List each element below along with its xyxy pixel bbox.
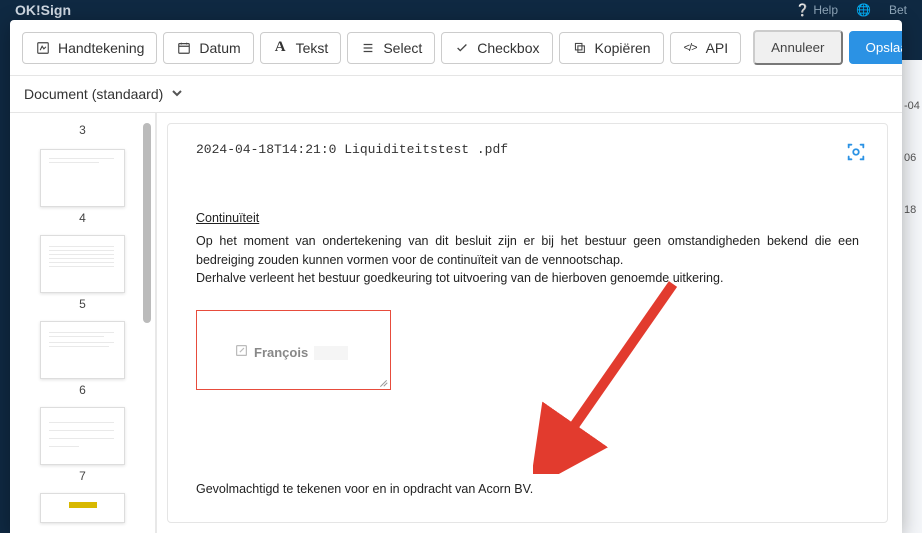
list-icon [360, 40, 375, 55]
api-button[interactable]: </> API [670, 32, 742, 64]
check-icon [454, 40, 469, 55]
thumb-label: 3 [79, 123, 86, 137]
thumb-label: 7 [79, 469, 86, 483]
scan-button[interactable] [841, 138, 871, 168]
chevron-down-icon [171, 86, 183, 102]
signature-field[interactable]: François [196, 310, 391, 390]
page-thumbnail[interactable] [40, 407, 125, 465]
document-name-label: Document (standaard) [24, 86, 163, 102]
resize-handle[interactable] [376, 375, 388, 387]
page-thumbnail[interactable] [40, 149, 125, 207]
thumb-label: 5 [79, 297, 86, 311]
tekst-button[interactable]: A Tekst [260, 32, 342, 64]
document-page: 2024-04-18T14:21:0 Liquiditeitstest .pdf… [167, 123, 888, 523]
page-thumbnail[interactable] [40, 235, 125, 293]
text-icon: A [273, 40, 288, 55]
document-selector[interactable]: Document (standaard) [10, 76, 902, 112]
annuleer-button[interactable]: Annuleer [753, 30, 842, 65]
background-data-strip: -04 06 18 [902, 60, 922, 533]
paragraph: Op het moment van ondertekening van dit … [196, 232, 859, 270]
code-icon: </> [683, 40, 698, 55]
select-button[interactable]: Select [347, 32, 435, 64]
toolbar: Handtekening Datum A Tekst Select Checkb… [10, 20, 902, 76]
thumb-label: 6 [79, 383, 86, 397]
copy-icon [572, 40, 587, 55]
brand-label: OK!Sign [15, 2, 71, 18]
thumbnails-scrollbar[interactable] [143, 123, 151, 523]
handtekening-button[interactable]: Handtekening [22, 32, 157, 64]
checkbox-button[interactable]: Checkbox [441, 32, 552, 64]
bet-label: Bet [889, 3, 907, 17]
kopieren-button[interactable]: Kopiëren [559, 32, 664, 64]
paragraph: Derhalve verleent het bestuur goedkeurin… [196, 269, 859, 288]
calendar-icon [176, 40, 191, 55]
thumb-label: 4 [79, 211, 86, 225]
thumbnails-panel: 3 4 5 [10, 113, 155, 533]
help-link[interactable]: ❔ Help [795, 3, 838, 17]
page-thumbnail[interactable] [40, 321, 125, 379]
datum-button[interactable]: Datum [163, 32, 253, 64]
globe-icon[interactable]: 🌐 [856, 3, 871, 17]
edit-icon [235, 343, 248, 363]
paragraph: Gevolmachtigd te tekenen voor en in opdr… [196, 480, 859, 499]
section-heading: Continuïteit [196, 209, 859, 228]
editor-modal: Handtekening Datum A Tekst Select Checkb… [10, 20, 902, 533]
document-filename: 2024-04-18T14:21:0 Liquiditeitstest .pdf [196, 142, 859, 157]
opslaan-button[interactable]: Opslaan [849, 31, 903, 64]
masked-text [314, 346, 348, 360]
signature-icon [35, 40, 50, 55]
page-thumbnail[interactable] [40, 493, 125, 523]
signer-name: François [254, 343, 308, 363]
